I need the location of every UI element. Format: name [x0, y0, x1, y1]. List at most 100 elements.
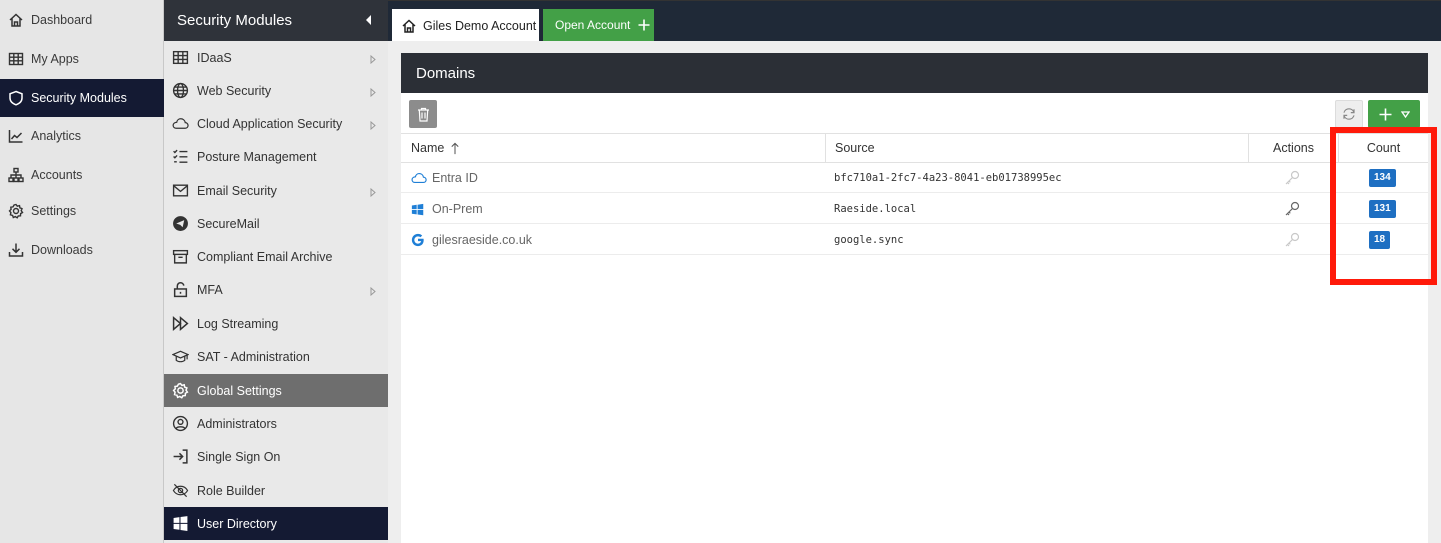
module-item-label: Cloud Application Security	[197, 116, 343, 131]
column-header-source[interactable]: Source	[825, 133, 1248, 163]
tab-label: Giles Demo Account	[423, 18, 537, 33]
table-row[interactable]: On-Prem Raeside.local 131	[401, 194, 1428, 224]
nav-item-downloads[interactable]: Downloads	[0, 231, 164, 269]
cloud-icon	[411, 172, 427, 184]
module-item-label: Web Security	[197, 83, 272, 98]
module-item-label: Role Builder	[197, 483, 266, 498]
panel-title: Domains	[416, 64, 476, 82]
chevron-right-icon	[370, 55, 376, 64]
add-dropdown-button[interactable]	[1368, 100, 1420, 128]
module-item-posture-management[interactable]: Posture Management	[164, 140, 388, 173]
gear-icon	[172, 382, 189, 399]
module-item-label: Compliant Email Archive	[197, 249, 333, 264]
nav-item-dashboard[interactable]: Dashboard	[0, 1, 164, 39]
panel-header: Domains	[401, 53, 1428, 93]
highlight-box	[1330, 127, 1437, 285]
module-item-label: MFA	[197, 282, 223, 297]
trash-icon	[417, 107, 429, 122]
domain-name: On-Prem	[432, 202, 483, 216]
graduation-cap-icon	[172, 350, 189, 363]
cell-name: On-Prem	[411, 194, 483, 224]
cell-actions	[1284, 163, 1300, 193]
module-item-label: IDaaS	[197, 50, 232, 65]
module-item-log-streaming[interactable]: Log Streaming	[164, 307, 388, 340]
module-item-user-directory[interactable]: User Directory	[164, 507, 388, 540]
send-icon	[173, 216, 188, 231]
chevron-right-icon	[370, 188, 376, 197]
module-item-cloud-application-security[interactable]: Cloud Application Security	[164, 107, 388, 140]
module-item-mfa[interactable]: MFA	[164, 273, 388, 306]
refresh-button[interactable]	[1335, 100, 1363, 128]
module-item-compliant-email-archive[interactable]: Compliant Email Archive	[164, 240, 388, 273]
module-item-global-settings[interactable]: Global Settings	[164, 374, 388, 407]
unlock-icon	[173, 281, 188, 298]
nav-item-label: Dashboard	[31, 13, 93, 27]
plus-icon	[638, 19, 650, 31]
module-item-label: Email Security	[197, 183, 277, 198]
nav-item-my-apps[interactable]: My Apps	[0, 40, 164, 78]
sign-in-icon	[173, 449, 188, 464]
cell-source: google.sync	[834, 225, 904, 255]
gear-icon	[8, 203, 24, 219]
module-item-idaas[interactable]: IDaaS	[164, 41, 388, 74]
module-item-label: SAT - Administration	[197, 349, 310, 364]
domain-name: gilesraeside.co.uk	[432, 233, 533, 247]
user-circle-icon	[172, 415, 189, 432]
nav-item-settings[interactable]: Settings	[0, 192, 164, 230]
primary-nav: Dashboard My Apps Security Modules Analy…	[0, 0, 164, 543]
module-item-web-security[interactable]: Web Security	[164, 74, 388, 107]
module-item-label: Posture Management	[197, 149, 317, 164]
module-item-email-security[interactable]: Email Security	[164, 174, 388, 207]
nav-item-analytics[interactable]: Analytics	[0, 117, 164, 155]
windows-icon	[173, 516, 188, 531]
nav-item-accounts[interactable]: Accounts	[0, 156, 164, 194]
table-row[interactable]: gilesraeside.co.uk google.sync 18	[401, 225, 1428, 255]
module-item-label: Administrators	[197, 416, 277, 431]
module-item-administrators[interactable]: Administrators	[164, 407, 388, 440]
key-icon[interactable]	[1284, 170, 1300, 186]
module-item-label: Single Sign On	[197, 449, 281, 464]
domain-source: Raeside.local	[834, 203, 917, 215]
open-account-button[interactable]: Open Account	[543, 9, 654, 41]
checklist-icon	[173, 149, 188, 163]
chevron-right-icon	[370, 88, 376, 97]
column-header-label: Name	[411, 141, 445, 155]
tab-giles-demo-account[interactable]: Giles Demo Account	[392, 9, 539, 42]
module-item-role-builder[interactable]: Role Builder	[164, 474, 388, 507]
module-item-label: SecureMail	[197, 216, 260, 231]
column-header-actions: Actions	[1248, 133, 1338, 163]
caret-down-icon	[1400, 110, 1410, 118]
module-item-single-sign-on[interactable]: Single Sign On	[164, 440, 388, 473]
nav-item-label: Downloads	[31, 243, 93, 257]
cell-actions	[1284, 225, 1300, 255]
key-icon[interactable]	[1284, 232, 1300, 248]
module-item-sat-administration[interactable]: SAT - Administration	[164, 340, 388, 373]
collapse-left-icon[interactable]	[364, 14, 374, 26]
cloud-icon	[172, 118, 189, 129]
delete-button[interactable]	[409, 100, 437, 128]
plus-icon	[1379, 108, 1391, 120]
module-item-label: Log Streaming	[197, 316, 279, 331]
shield-icon	[9, 90, 23, 106]
column-header-name[interactable]: Name	[401, 133, 825, 163]
sort-ascending-icon	[451, 142, 459, 154]
archive-icon	[172, 249, 189, 264]
cell-actions	[1284, 194, 1300, 224]
google-icon	[411, 233, 424, 247]
refresh-icon	[1343, 108, 1355, 120]
table-row[interactable]: Entra ID bfc710a1-2fc7-4a23-8041-eb01738…	[401, 163, 1428, 193]
cell-source: Raeside.local	[834, 194, 916, 224]
download-icon	[8, 243, 24, 257]
key-icon[interactable]	[1284, 201, 1300, 217]
org-chart-icon	[8, 167, 24, 183]
home-icon	[402, 18, 416, 33]
module-item-label: Global Settings	[197, 383, 282, 398]
nav-item-label: Settings	[31, 204, 77, 218]
grid-icon	[8, 52, 24, 66]
nav-item-label: Accounts	[31, 168, 83, 182]
cell-source: bfc710a1-2fc7-4a23-8041-eb01738995ec	[834, 163, 1062, 193]
module-item-securemail[interactable]: SecureMail	[164, 207, 388, 240]
tab-bar: Giles Demo Account Open Account	[388, 0, 1441, 42]
nav-item-security-modules[interactable]: Security Modules	[0, 79, 164, 117]
nav-item-label: Security Modules	[31, 91, 127, 105]
